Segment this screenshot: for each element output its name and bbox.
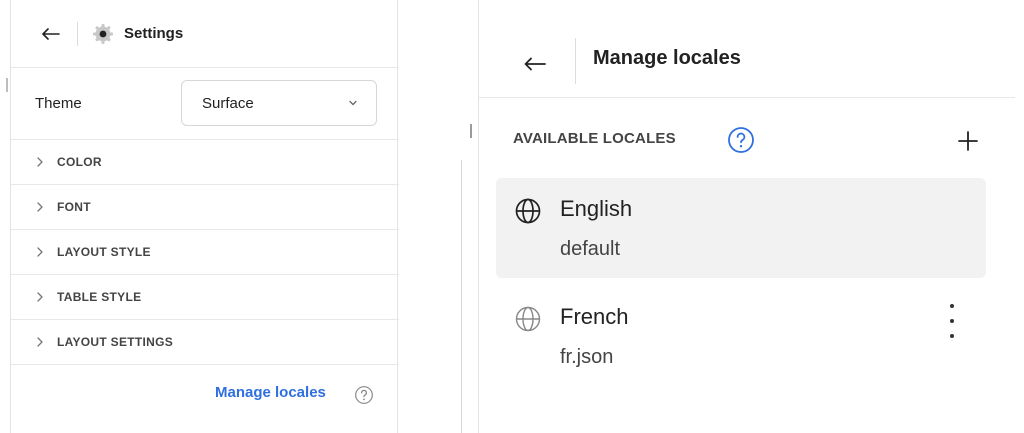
header-divider — [575, 38, 576, 84]
kebab-menu-icon[interactable] — [942, 304, 962, 338]
back-button[interactable] — [35, 18, 67, 50]
panel-title: Settings — [124, 25, 184, 42]
section-label: TABLE STYLE — [57, 290, 142, 304]
theme-select[interactable]: Surface — [181, 80, 377, 126]
divider-mark — [6, 78, 8, 92]
manage-locales-link[interactable]: Manage locales — [215, 384, 326, 401]
question-circle-icon[interactable] — [727, 126, 755, 154]
header-divider — [77, 21, 78, 46]
gear-icon — [93, 23, 113, 44]
arrow-left-icon — [42, 27, 60, 40]
section-label: LAYOUT SETTINGS — [57, 335, 174, 349]
section-color[interactable]: COLOR — [11, 140, 399, 185]
chevron-right-icon — [37, 247, 43, 257]
locale-name: French — [560, 304, 629, 329]
available-locales-label: AVAILABLE LOCALES — [513, 130, 676, 147]
section-table-style[interactable]: TABLE STYLE — [11, 275, 399, 320]
section-layout-style[interactable]: LAYOUT STYLE — [11, 230, 399, 275]
chevron-right-icon — [37, 202, 43, 212]
back-button[interactable] — [517, 46, 553, 82]
locale-file: default — [560, 238, 621, 260]
divider-mark — [470, 124, 472, 138]
theme-row: Theme Surface — [11, 68, 399, 140]
locale-file: fr.json — [560, 346, 614, 368]
arrow-left-icon — [524, 57, 546, 71]
section-label: LAYOUT STYLE — [57, 245, 151, 259]
globe-icon — [515, 306, 541, 332]
plus-icon[interactable] — [955, 128, 981, 154]
theme-label: Theme — [35, 95, 82, 112]
panel-title: Manage locales — [593, 47, 741, 69]
globe-icon — [515, 198, 541, 224]
locale-item-french[interactable]: French fr.json — [496, 286, 986, 386]
question-circle-icon[interactable] — [354, 385, 374, 405]
chevron-right-icon — [37, 337, 43, 347]
section-font[interactable]: FONT — [11, 185, 399, 230]
divider-mark — [461, 160, 462, 433]
chevron-right-icon — [37, 292, 43, 302]
section-label: COLOR — [57, 155, 102, 169]
section-label: FONT — [57, 200, 91, 214]
manage-locales-panel: Manage locales AVAILABLE LOCALES English… — [478, 0, 1015, 433]
theme-select-value: Surface — [202, 94, 254, 112]
chevron-right-icon — [37, 157, 43, 167]
locale-name: English — [560, 196, 633, 221]
chevron-down-icon — [349, 100, 357, 106]
manage-locales-header: Manage locales — [479, 0, 1015, 98]
locale-item-english[interactable]: English default — [496, 178, 986, 278]
settings-header: Settings — [11, 0, 399, 68]
section-layout-settings[interactable]: LAYOUT SETTINGS — [11, 320, 399, 365]
settings-panel: Settings Theme Surface COLOR FONT LAYOUT… — [10, 0, 399, 433]
